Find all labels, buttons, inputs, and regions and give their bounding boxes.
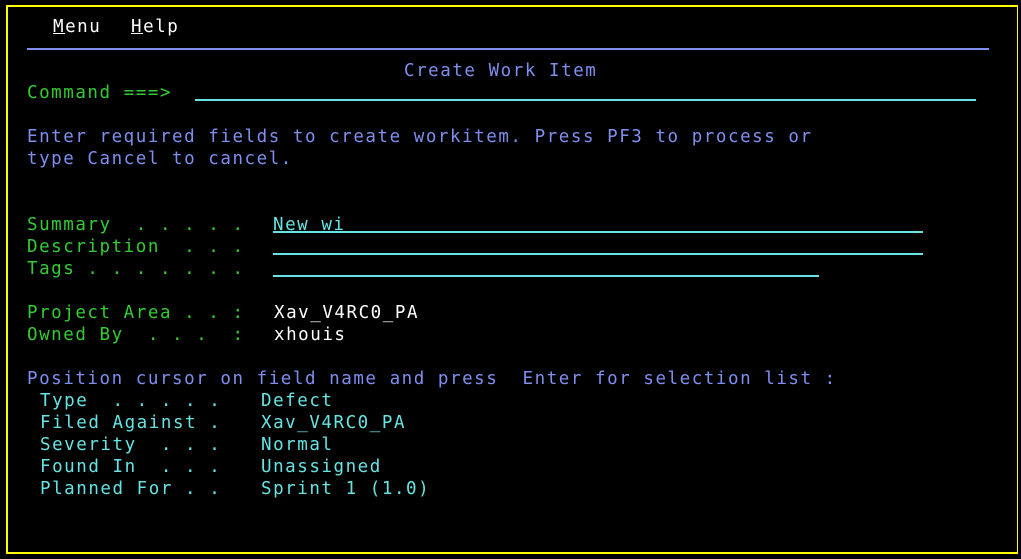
filed-against-field-label[interactable]: Filed Against .	[40, 412, 221, 434]
menu-label-rest: enu	[65, 17, 102, 37]
found-in-field-value: Unassigned	[261, 457, 382, 477]
summary-label: Summary . . . . .	[27, 215, 245, 235]
project-area-value: Xav_V4RC0_PA	[274, 303, 420, 323]
summary-input[interactable]	[273, 231, 923, 233]
instruction-line-2: type Cancel to cancel.	[27, 149, 293, 169]
planned-for-field-label[interactable]: Planned For . .	[40, 478, 221, 500]
planned-for-field-value: Sprint 1 (1.0)	[261, 479, 431, 499]
help-mnemonic: H	[131, 17, 144, 37]
menubar-separator	[27, 48, 989, 50]
found-in-field-label[interactable]: Found In . . .	[40, 456, 221, 478]
owned-by-value: xhouis	[274, 325, 347, 345]
description-input[interactable]	[273, 253, 923, 255]
description-label: Description . . .	[27, 237, 245, 257]
instruction-line-1: Enter required fields to create workitem…	[27, 127, 813, 147]
menu-mnemonic: M	[53, 17, 66, 37]
panel-title: Create Work Item	[404, 61, 598, 81]
menu-item-help[interactable]: Help	[131, 16, 179, 38]
command-label: Command ===>	[27, 83, 173, 103]
type-field-label[interactable]: Type . . . . .	[40, 390, 221, 412]
menu-item-menu[interactable]: Menu	[53, 16, 101, 38]
severity-field-label[interactable]: Severity . . .	[40, 434, 221, 456]
owned-by-label: Owned By . . . :	[27, 325, 245, 345]
selection-prompt: Position cursor on field name and press …	[27, 369, 837, 389]
help-label-rest: elp	[143, 17, 180, 37]
type-field-value: Defect	[261, 391, 334, 411]
tags-label: Tags . . . . . . .	[27, 259, 245, 279]
severity-field-value: Normal	[261, 435, 334, 455]
command-input[interactable]	[195, 99, 976, 101]
project-area-label: Project Area . . :	[27, 303, 245, 323]
tags-input[interactable]	[273, 275, 819, 277]
filed-against-field-value: Xav_V4RC0_PA	[261, 413, 407, 433]
